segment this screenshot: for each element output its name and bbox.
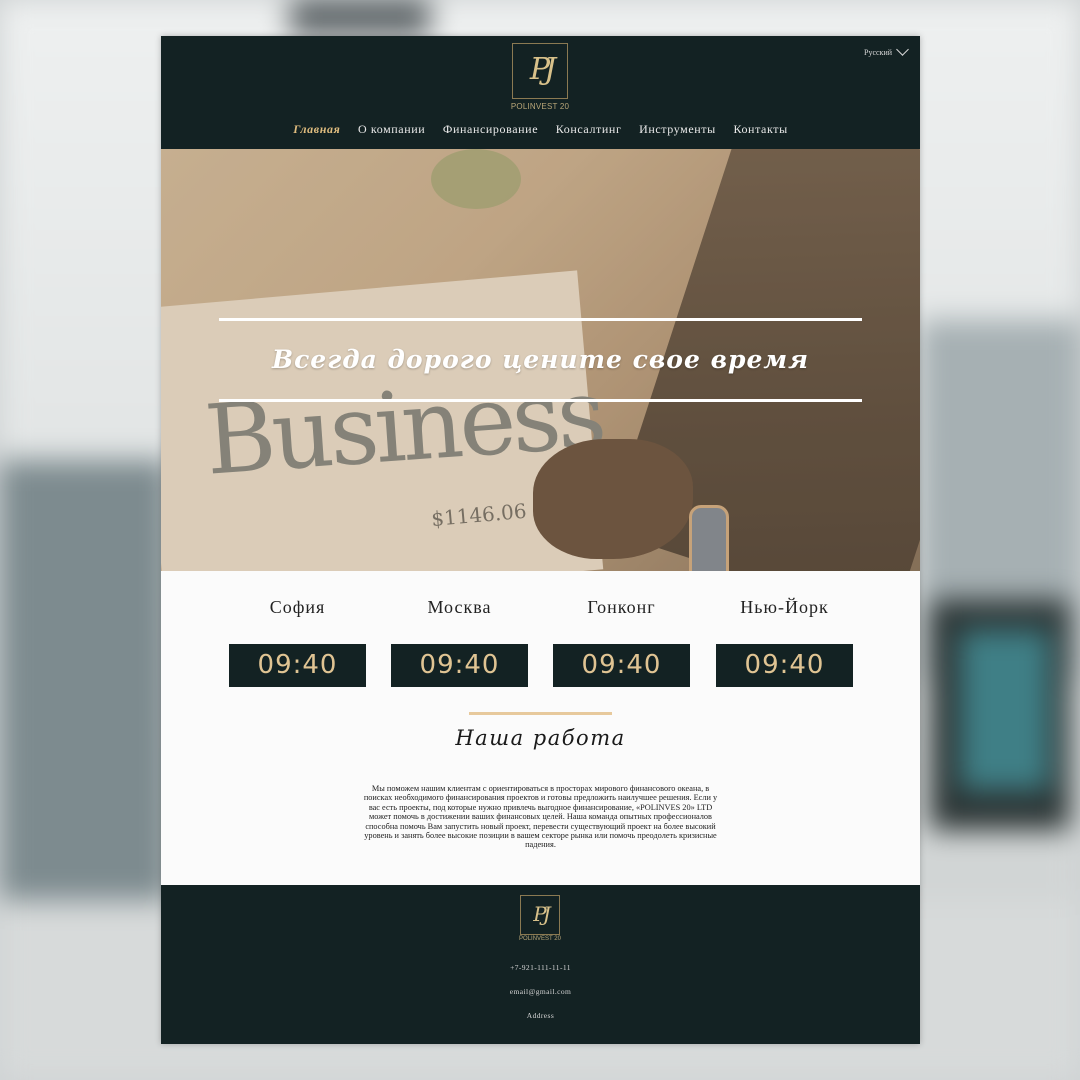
clock-time-hong-kong: 09:40 [553, 644, 690, 687]
language-label: Русский [864, 47, 892, 57]
main-nav: Главная О компании Финансирование Консал… [161, 122, 920, 137]
work-section-title: Наша работа [455, 726, 626, 750]
footer-email[interactable]: email@gmail.com [161, 987, 920, 996]
clock-time-new-york: 09:40 [716, 644, 853, 687]
nav-item-contacts[interactable]: Контакты [733, 122, 787, 137]
clock-city-sofia: София [269, 597, 326, 617]
clock-city-moscow: Москва [427, 597, 492, 617]
website-page: PJ POLINVEST 20 Русский Главная О компан… [161, 36, 920, 1044]
clock-city-hong-kong: Гонконг [587, 597, 656, 617]
logo-text: POLINVEST 20 [510, 102, 570, 111]
world-clocks: София Москва Гонконг Нью-Йорк 09:40 09:4… [161, 571, 920, 746]
clock-time-moscow: 09:40 [391, 644, 528, 687]
chevron-down-icon [896, 43, 909, 56]
nav-item-about[interactable]: О компании [358, 122, 425, 137]
site-header: PJ POLINVEST 20 Русский Главная О компан… [161, 36, 920, 149]
section-divider [469, 712, 612, 715]
logo-monogram[interactable]: PJ [512, 43, 568, 99]
footer-logo-monogram[interactable]: PJ [520, 895, 560, 935]
site-footer: PJ POLINVEST 20 +7-921-111-11-11 email@g… [161, 885, 920, 1044]
clock-time-sofia: 09:40 [229, 644, 366, 687]
footer-address: Address [526, 1011, 555, 1020]
work-section-text: Мы поможем нашим клиентам с ориентироват… [363, 784, 718, 850]
nav-item-consulting[interactable]: Консалтинг [556, 122, 622, 137]
clock-city-new-york: Нью-Йорк [740, 597, 829, 617]
nav-item-tools[interactable]: Инструменты [639, 122, 716, 137]
footer-logo-text: POLINVEST 20 [519, 936, 561, 942]
hero-line-bottom [219, 399, 862, 402]
hero-title: Всегда дорого цените свое время [271, 345, 810, 374]
hero-line-top [219, 318, 862, 321]
footer-phone[interactable]: +7-921-111-11-11 [161, 963, 920, 972]
nav-item-home[interactable]: Главная [293, 122, 340, 137]
language-selector[interactable]: Русский [864, 43, 909, 59]
hero-banner: Business $1146.06 $52.14 Всегда дорого ц… [161, 149, 920, 571]
nav-item-financing[interactable]: Финансирование [443, 122, 538, 137]
